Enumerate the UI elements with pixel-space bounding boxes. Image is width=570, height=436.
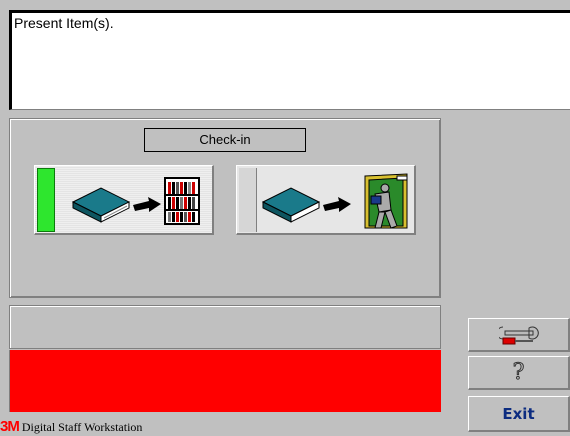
- brand-logo: 3M: [0, 418, 20, 435]
- book-out-door-icon: [261, 173, 408, 229]
- active-indicator: [37, 168, 55, 232]
- mode-label: Check-in: [144, 128, 306, 152]
- wrench-screwdriver-icon: [498, 326, 539, 344]
- status-bar: [9, 305, 441, 349]
- checkout-button[interactable]: [236, 165, 416, 235]
- book-to-shelf-icon: [71, 177, 200, 225]
- inactive-indicator: [239, 168, 257, 232]
- alert-bar: [9, 350, 441, 412]
- exit-label: Exit: [502, 404, 535, 423]
- help-button[interactable]: ?: [468, 356, 570, 390]
- message-area: Present Item(s).: [9, 10, 570, 110]
- message-text: Present Item(s).: [14, 15, 114, 31]
- brand-footer: 3M Digital Staff Workstation: [0, 418, 142, 436]
- product-name: Digital Staff Workstation: [21, 420, 143, 434]
- exit-button[interactable]: Exit: [468, 396, 570, 432]
- question-mark-icon: ?: [512, 359, 525, 385]
- checkin-button[interactable]: [34, 165, 214, 235]
- tools-button[interactable]: [468, 318, 570, 352]
